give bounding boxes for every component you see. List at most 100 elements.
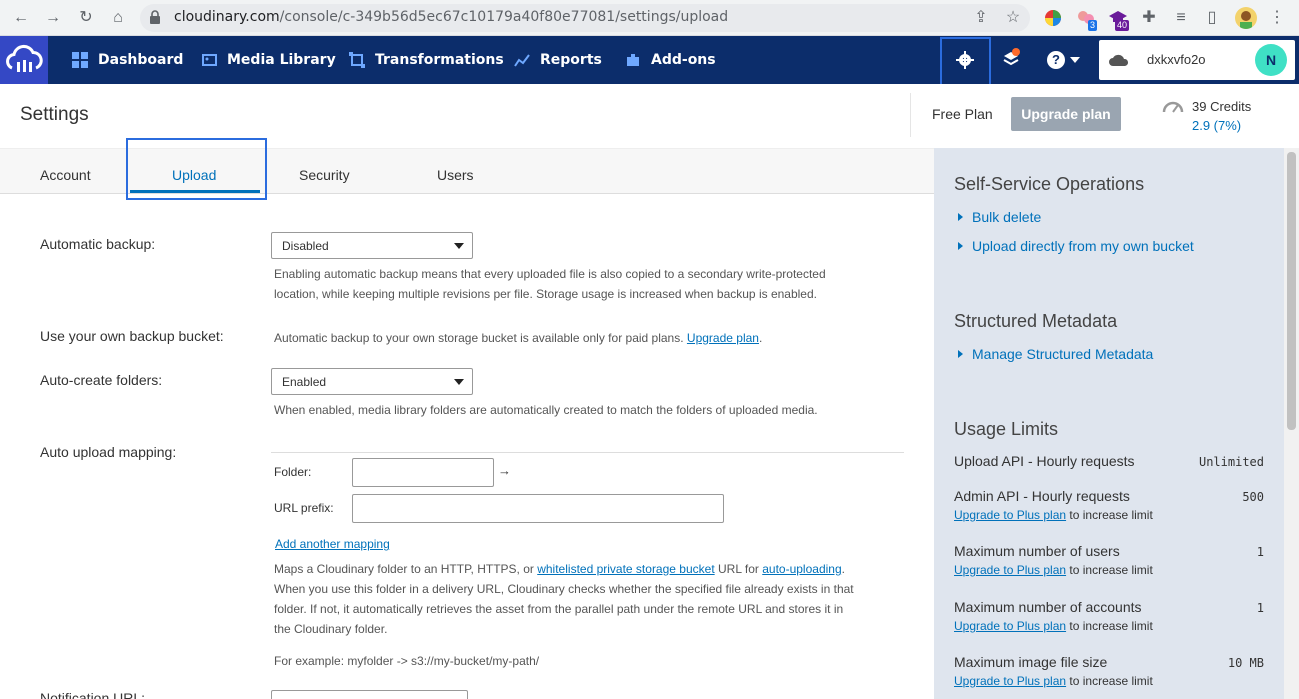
add-another-mapping-link[interactable]: Add another mapping — [275, 537, 390, 551]
nav-reports-label: Reports — [540, 52, 602, 68]
puzzle-icon[interactable]: ✚ — [1138, 7, 1160, 29]
cloudinary-logo[interactable] — [0, 36, 48, 84]
backup-bucket-help-text: Automatic backup to your own storage buc… — [274, 331, 684, 345]
mapping-help-line-1: Maps a Cloudinary folder to an HTTP, HTT… — [274, 559, 845, 579]
nav-reports[interactable]: Reports — [514, 36, 602, 84]
transformations-icon — [349, 52, 365, 68]
help-icon[interactable]: ? — [1047, 51, 1065, 69]
limit-upload-api-value: Unlimited — [1198, 455, 1264, 469]
addons-icon — [627, 54, 639, 66]
notification-url-input[interactable] — [271, 690, 468, 699]
forward-icon[interactable]: → — [42, 7, 64, 29]
bookmark-star-icon[interactable]: ☆ — [1002, 7, 1024, 29]
limit-image-size-label: Maximum image file size — [954, 654, 1108, 670]
limit-users-upgrade: Upgrade to Plus plan to increase limit — [954, 563, 1153, 577]
help-chevron-down-icon[interactable] — [1070, 57, 1080, 63]
tab-users[interactable]: Users — [437, 167, 474, 183]
auto-uploading-link[interactable]: auto-uploading — [762, 562, 841, 576]
profile-avatar[interactable] — [1235, 7, 1257, 29]
sidebar-icon[interactable]: ▯ — [1201, 7, 1223, 29]
credits-gauge-icon — [1162, 101, 1184, 113]
browser-toolbar: ← → ↻ ⌂ cloudinary.com/console/c-349b56d… — [0, 0, 1299, 36]
bulk-delete-link[interactable]: Bulk delete — [958, 209, 1041, 225]
upload-own-bucket-link[interactable]: Upload directly from my own bucket — [958, 238, 1194, 254]
user-avatar[interactable]: N — [1255, 44, 1287, 76]
url-prefix-label: URL prefix: — [274, 501, 334, 515]
nav-transformations[interactable]: Transformations — [349, 36, 504, 84]
limit-admin-api-label: Admin API - Hourly requests — [954, 488, 1130, 504]
auto-create-folders-select[interactable]: Enabled — [271, 368, 473, 395]
limit-admin-api-value: 500 — [1242, 490, 1264, 504]
upgrade-plus-link[interactable]: Upgrade to Plus plan — [954, 508, 1066, 522]
mapping-help-text-a: Maps a Cloudinary folder to an HTTP, HTT… — [274, 562, 538, 576]
upgrade-plus-link[interactable]: Upgrade to Plus plan — [954, 619, 1066, 633]
reading-list-icon[interactable]: ≡ — [1170, 7, 1192, 29]
nav-addons-label: Add-ons — [651, 52, 716, 68]
whitelisted-bucket-link[interactable]: whitelisted private storage bucket — [537, 562, 714, 576]
limit-image-size-value: 10 MB — [1227, 656, 1264, 670]
upgrade-suffix: to increase limit — [1066, 563, 1153, 577]
automatic-backup-label: Automatic backup: — [40, 236, 156, 252]
upload-tab-highlight-box — [126, 138, 267, 200]
automatic-backup-select[interactable]: Disabled — [271, 232, 473, 259]
upgrade-plus-link[interactable]: Upgrade to Plus plan — [954, 563, 1066, 577]
folder-label: Folder: — [274, 465, 312, 479]
upload-own-bucket-label: Upload directly from my own bucket — [972, 238, 1194, 254]
limit-admin-api-upgrade: Upgrade to Plus plan to increase limit — [954, 508, 1153, 522]
caret-right-icon — [958, 242, 963, 250]
home-icon[interactable]: ⌂ — [107, 7, 129, 29]
manage-metadata-label: Manage Structured Metadata — [972, 346, 1154, 362]
nav-media-library[interactable]: Media Library — [201, 36, 336, 84]
tab-account[interactable]: Account — [40, 167, 91, 183]
upgrade-suffix: to increase limit — [1066, 508, 1153, 522]
nav-transformations-label: Transformations — [375, 52, 504, 68]
reload-icon[interactable]: ↻ — [75, 7, 97, 29]
limit-accounts-label: Maximum number of accounts — [954, 599, 1142, 615]
nav-dashboard-label: Dashboard — [98, 52, 184, 68]
chevron-down-icon — [454, 379, 464, 385]
account-name: dxkxvfo2o — [1147, 52, 1206, 67]
credits-usage[interactable]: 2.9 (7%) — [1192, 118, 1241, 133]
gear-icon[interactable] — [956, 51, 974, 69]
automatic-backup-value: Disabled — [282, 239, 329, 253]
page-title: Settings — [20, 104, 89, 125]
cloud-icon — [1109, 54, 1129, 66]
share-icon[interactable]: ⇪ — [970, 7, 992, 29]
mapping-divider — [271, 452, 904, 453]
backup-bucket-help: Automatic backup to your own storage buc… — [274, 331, 763, 345]
scrollbar-thumb[interactable] — [1287, 152, 1296, 430]
mapping-example: For example: myfolder -> s3://my-bucket/… — [274, 654, 540, 668]
mapping-help-line-2: When you use this folder in a delivery U… — [274, 582, 854, 596]
manage-metadata-link[interactable]: Manage Structured Metadata — [958, 346, 1153, 362]
self-service-heading: Self-Service Operations — [954, 174, 1145, 194]
folder-input[interactable] — [352, 458, 494, 487]
auto-create-folders-label: Auto-create folders: — [40, 372, 163, 388]
auto-create-folders-value: Enabled — [282, 375, 327, 389]
usage-limits-heading: Usage Limits — [954, 419, 1059, 439]
notifications-icon[interactable] — [1001, 48, 1021, 70]
nav-dashboard[interactable]: Dashboard — [72, 36, 183, 84]
limit-accounts-value: 1 — [1256, 601, 1264, 615]
upgrade-plan-button[interactable]: Upgrade plan — [1011, 97, 1121, 131]
lock-icon — [150, 10, 160, 24]
limit-users-value: 1 — [1256, 545, 1264, 559]
header-divider — [910, 93, 911, 137]
color-extension-icon[interactable] — [1043, 8, 1063, 28]
url-prefix-input[interactable] — [352, 494, 724, 523]
nav-addons[interactable]: Add-ons — [625, 36, 716, 84]
limit-users-label: Maximum number of users — [954, 543, 1120, 559]
backup-bucket-label: Use your own backup bucket: — [40, 328, 224, 344]
tab-security[interactable]: Security — [299, 167, 350, 183]
reports-icon — [514, 54, 530, 67]
caret-right-icon — [958, 213, 963, 221]
profile-face-icon — [1240, 11, 1252, 29]
address-bar[interactable]: cloudinary.com/console/c-349b56d5ec67c10… — [140, 4, 1030, 32]
menu-kebab-icon[interactable]: ⋮ — [1266, 7, 1288, 29]
arrow-right-icon: → — [498, 463, 511, 478]
upgrade-plan-link[interactable]: Upgrade plan — [687, 331, 759, 345]
back-icon[interactable]: ← — [10, 7, 32, 29]
chevron-down-icon — [454, 243, 464, 249]
upgrade-plus-link[interactable]: Upgrade to Plus plan — [954, 674, 1066, 688]
notification-url-label: Notification URL: — [40, 690, 146, 699]
credits-count: 39 Credits — [1192, 99, 1252, 114]
